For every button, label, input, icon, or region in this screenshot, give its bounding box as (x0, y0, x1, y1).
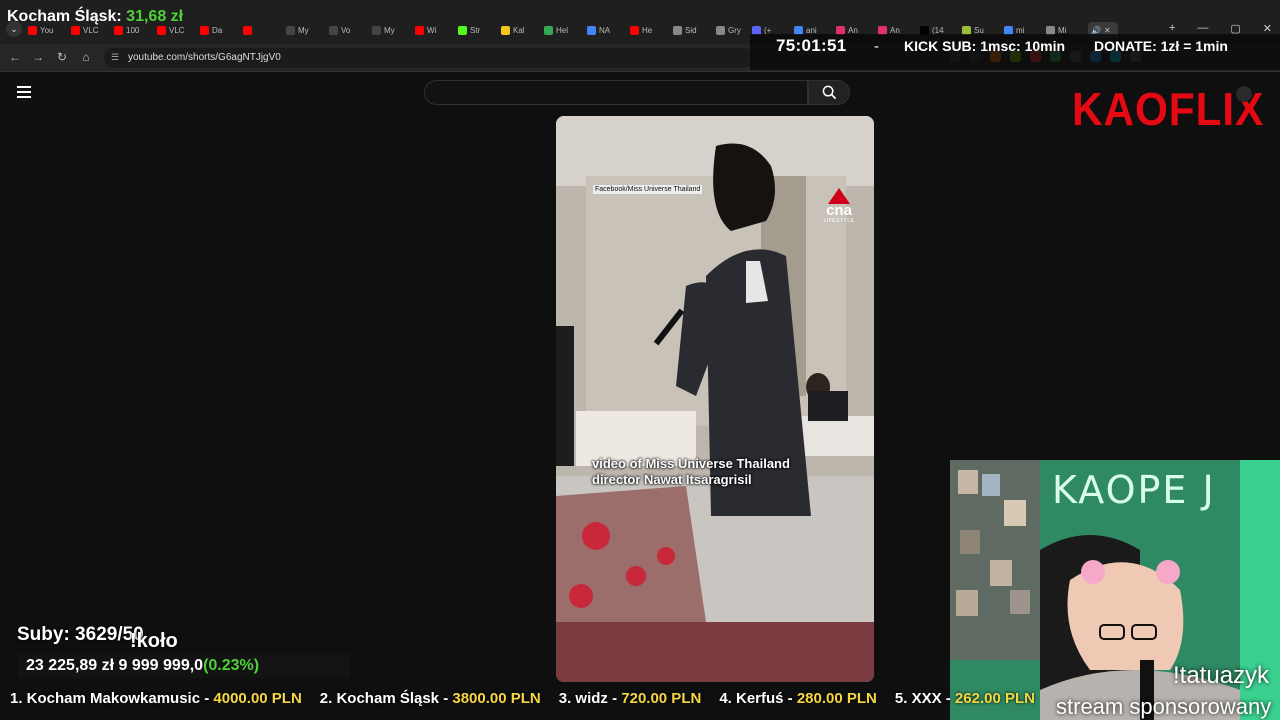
tab-favicon-icon (71, 25, 80, 35)
site-info-icon[interactable]: ☰ (111, 52, 119, 63)
tab-label: My (298, 25, 309, 35)
ticker-item: 4. Kerfuś - 280.00 PLN (719, 690, 877, 707)
tab-favicon-icon (501, 25, 510, 35)
browser-tab[interactable]: Sid (673, 22, 713, 38)
tab-label: You (40, 25, 54, 35)
neon-sign: KAOPE J (1052, 468, 1216, 512)
browser-tab[interactable]: Wi (415, 22, 455, 38)
tab-favicon-icon (415, 25, 424, 35)
tab-favicon-icon (286, 25, 295, 35)
ticker-item: 1. Kocham Makowkamusic - 4000.00 PLN (10, 690, 302, 707)
stream-goal: Kocham Śląsk: 31,68 zł (7, 8, 183, 26)
tab-label: Gry (728, 25, 741, 35)
ticker-amount: 4000.00 PLN (213, 690, 302, 707)
avatar[interactable] (1236, 86, 1252, 102)
cna-logo: cna LIFESTYLE (823, 188, 855, 224)
ticker-item: 3. widz - 720.00 PLN (559, 690, 702, 707)
ticker-item: 5. XXX - 262.00 PLN (895, 690, 1035, 707)
money-raised: 23 225,89 zł (26, 657, 115, 674)
tab-favicon-icon (587, 25, 596, 35)
ticker-item: 2. Kocham Śląsk - 3800.00 PLN (320, 690, 541, 707)
tab-label: Vo (341, 25, 351, 35)
tab-favicon-icon (200, 25, 209, 35)
goal-amount: 31,68 zł (126, 8, 184, 25)
ticker-donor: 5. XXX - (894, 690, 951, 707)
tab-favicon-icon (544, 25, 553, 35)
kaoflix-logo: KAOFLIX (1072, 83, 1265, 135)
browser-tab[interactable]: He (630, 22, 670, 38)
tab-favicon-icon (673, 25, 682, 35)
search-icon (822, 85, 836, 100)
money-progress: 23 225,89 zł 9 999 999,0(0.23%) (26, 657, 259, 675)
ticker-amount: 3800.00 PLN (452, 690, 541, 707)
browser-tab[interactable]: My (372, 22, 412, 38)
browser-tab[interactable]: Hel (544, 22, 584, 38)
tab-label: My (384, 25, 395, 35)
tab-label: Wi (427, 25, 437, 35)
tab-favicon-icon (28, 25, 37, 35)
tab-favicon-icon (372, 25, 381, 35)
search-button[interactable] (808, 80, 850, 105)
stream-timer: 75:01:51 (776, 36, 847, 55)
search-input[interactable] (424, 80, 808, 105)
tab-favicon-icon (458, 25, 467, 35)
tab-favicon-icon (716, 25, 725, 35)
reload-button[interactable]: ↻ (54, 50, 70, 64)
video-source-tag: Facebook/Miss Universe Thailand (593, 185, 703, 194)
back-button[interactable]: ← (7, 50, 23, 64)
overlay-separator: - (874, 38, 879, 55)
ticker-donor: 2. Kocham Śląsk - (319, 690, 449, 707)
browser-tab[interactable]: Vo (329, 22, 369, 38)
ticker-amount: 720.00 PLN (621, 690, 702, 707)
tab-favicon-icon (630, 25, 639, 35)
ticker-donor: 4. Kerfuś - (719, 690, 793, 707)
tab-label: 100 (126, 25, 140, 35)
tab-label: VLC (169, 25, 185, 35)
menu-icon[interactable] (17, 86, 31, 98)
tab-label: Str (470, 25, 481, 35)
ticker-amount: 280.00 PLN (796, 690, 877, 707)
ticker-donor: 1. Kocham Makowkamusic - (10, 690, 210, 707)
tab-label: Da (212, 25, 223, 35)
tab-favicon-icon (243, 25, 252, 35)
browser-tab[interactable] (243, 22, 283, 38)
browser-tab[interactable]: My (286, 22, 326, 38)
money-goal: 9 999 999,0 (118, 657, 204, 674)
ticker-amount: 262.00 PLN (954, 690, 1035, 707)
video-caption: video of Miss Universe Thailand director… (592, 456, 790, 487)
goal-label: Kocham Śląsk: (7, 8, 122, 25)
tab-favicon-icon (329, 25, 338, 35)
tab-label: VLC (83, 25, 99, 35)
cna-logo-sub: LIFESTYLE (823, 218, 855, 224)
donate-info: DONATE: 1zł = 1min (1094, 38, 1228, 54)
browser-tab[interactable]: Str (458, 22, 498, 38)
tab-label: He (642, 25, 653, 35)
home-button[interactable]: ⌂ (78, 50, 94, 64)
ticker-donor: 3. widz - (558, 690, 618, 707)
subs-counter: Suby: 3629/50 (17, 624, 144, 645)
tab-label: NA (599, 25, 611, 35)
kolo-command: !koło (130, 630, 178, 652)
tab-favicon-icon (157, 25, 166, 35)
donor-ticker: 1. Kocham Makowkamusic - 4000.00 PLN 2. K… (0, 686, 1280, 712)
money-percent: (0.23%) (203, 657, 260, 674)
kick-sub-info: KICK SUB: 1msc: 10min (904, 38, 1066, 54)
tab-label: Hel (556, 25, 569, 35)
forward-button[interactable]: → (30, 50, 46, 64)
cna-logo-text: cna (826, 202, 852, 219)
tab-label: Sid (685, 25, 697, 35)
browser-tab[interactable]: NA (587, 22, 627, 38)
tab-favicon-icon (114, 25, 123, 35)
url-text: youtube.com/shorts/G6agNTJjgV0 (128, 52, 281, 63)
browser-tab[interactable]: Kal (501, 22, 541, 38)
tab-label: Kal (513, 25, 525, 35)
browser-tab[interactable]: Da (200, 22, 240, 38)
